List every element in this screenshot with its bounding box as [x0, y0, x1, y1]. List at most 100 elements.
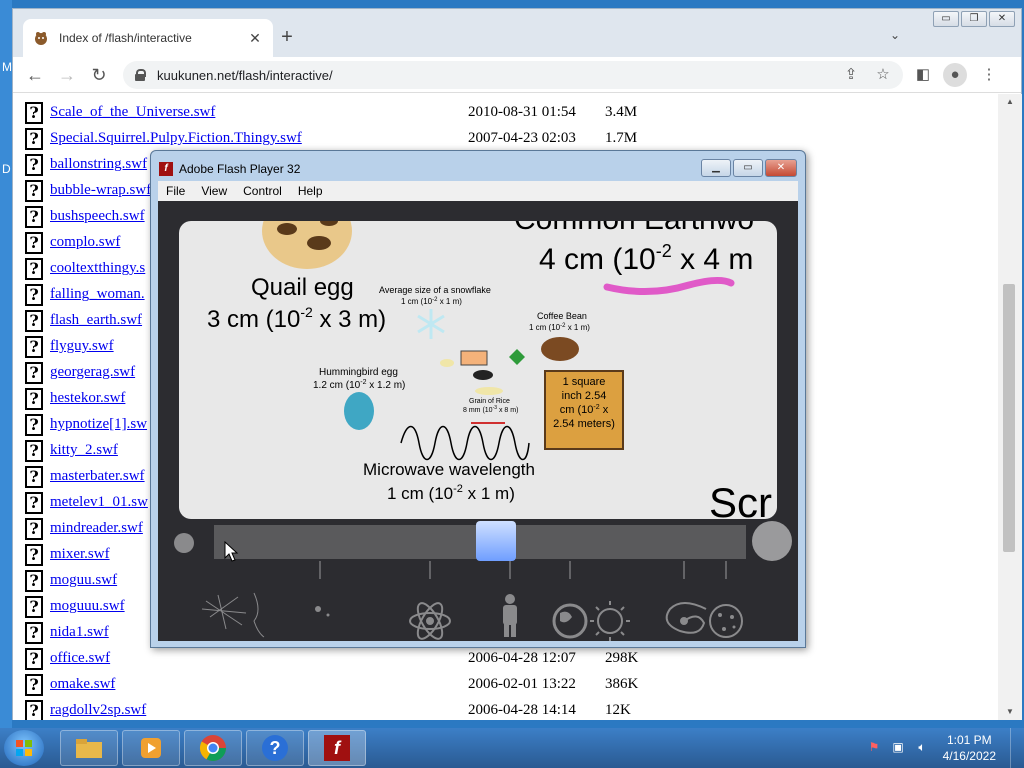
address-bar[interactable]: kuukunen.net/flash/interactive/ — [123, 61, 903, 89]
share-icon[interactable]: ⇪ — [839, 63, 863, 87]
back-arrow-icon[interactable]: ← — [23, 63, 47, 87]
file-link[interactable]: mixer.swf — [50, 546, 110, 563]
file-link[interactable]: office.swf — [50, 650, 110, 667]
square-inch-line4: 2.54 meters) — [553, 418, 615, 430]
page-scrollbar[interactable]: ▲ ▼ — [998, 94, 1022, 720]
lock-icon[interactable] — [135, 69, 146, 81]
file-link[interactable]: metelev1_01.sw — [50, 494, 148, 511]
unknown-file-icon: ? — [25, 102, 43, 124]
file-link[interactable]: flyguy.swf — [50, 338, 114, 355]
flash-minimize-button[interactable]: ▁ — [701, 159, 731, 177]
file-link[interactable]: flash_earth.swf — [50, 312, 142, 329]
file-link[interactable]: masterbater.swf — [50, 468, 145, 485]
show-desktop-button[interactable] — [1010, 728, 1024, 768]
scroll-thumb[interactable] — [1003, 284, 1015, 552]
file-link[interactable]: mindreader.swf — [50, 520, 143, 537]
scale-slider-thumb[interactable] — [476, 521, 516, 561]
unknown-file-icon: ? — [25, 648, 43, 670]
scale-icon-strip — [201, 561, 743, 641]
file-link[interactable]: Scale_of_the_Universe.swf — [50, 104, 215, 121]
particle-icon[interactable] — [315, 606, 330, 617]
coffee-bean-image[interactable] — [541, 337, 579, 361]
file-link[interactable]: ragdollv2sp.swf — [50, 702, 146, 719]
window-controls: ▭ ❐ ✕ — [931, 11, 1015, 27]
start-button[interactable] — [4, 730, 44, 766]
taskbar-explorer[interactable] — [60, 730, 118, 766]
file-size: 298K — [605, 650, 639, 666]
action-center-icon[interactable]: ⚑ — [866, 740, 882, 756]
person-icon[interactable] — [503, 594, 517, 637]
file-link[interactable]: Special.Squirrel.Pulpy.Fiction.Thingy.sw… — [50, 130, 302, 147]
flash-close-button[interactable]: ✕ — [765, 159, 797, 177]
file-link[interactable]: moguuu.swf — [50, 598, 125, 615]
quantum-foam-icon[interactable] — [201, 592, 265, 638]
scroll-down-icon[interactable]: ▼ — [998, 704, 1022, 720]
maximize-button[interactable]: ❐ — [961, 11, 987, 27]
file-link[interactable]: ballonstring.swf — [50, 156, 147, 173]
scroll-up-icon[interactable]: ▲ — [998, 94, 1022, 110]
sun-icon[interactable] — [590, 601, 630, 641]
file-link[interactable]: bubble-wrap.swf — [50, 182, 151, 199]
menu-control[interactable]: Control — [235, 184, 290, 198]
file-link[interactable]: falling_woman. — [50, 286, 145, 303]
file-link[interactable]: moguu.swf — [50, 572, 117, 589]
unknown-file-icon: ? — [25, 518, 43, 540]
file-link[interactable]: georgerag.swf — [50, 364, 135, 381]
file-link[interactable]: bushspeech.swf — [50, 208, 145, 225]
close-window-button[interactable]: ✕ — [989, 11, 1015, 27]
tab-index[interactable]: Index of /flash/interactive ✕ — [23, 19, 273, 57]
close-tab-icon[interactable]: ✕ — [247, 30, 263, 47]
universe-icon[interactable] — [709, 604, 743, 638]
network-icon[interactable]: ▣ — [890, 740, 906, 756]
square-inch-line2: inch 2.54 — [562, 390, 607, 402]
menu-file[interactable]: File — [158, 184, 193, 198]
file-link[interactable]: complo.swf — [50, 234, 120, 251]
earthworm-image[interactable] — [603, 276, 735, 295]
file-link[interactable]: kitty_2.swf — [50, 442, 118, 459]
media-player-icon — [141, 738, 161, 758]
taskbar-flash-player[interactable]: f — [308, 730, 366, 766]
new-tab-button[interactable]: + — [275, 25, 299, 49]
unknown-file-icon: ? — [25, 154, 43, 176]
flash-maximize-button[interactable]: ▭ — [733, 159, 763, 177]
tiny-objects-cluster[interactable] — [440, 349, 525, 395]
taskbar-help[interactable]: ? — [246, 730, 304, 766]
side-panel-icon[interactable]: ◧ — [911, 63, 935, 87]
zoom-out-button[interactable] — [174, 533, 194, 553]
file-link[interactable]: hypnotize[1].sw — [50, 416, 147, 433]
zoom-in-button[interactable] — [752, 521, 792, 561]
chevron-down-icon[interactable]: ⌄ — [885, 25, 905, 45]
hummingbird-egg-image[interactable] — [344, 392, 374, 430]
more-menu-icon[interactable]: ⋮ — [977, 63, 1001, 87]
microwave-wave-image[interactable] — [400, 425, 530, 461]
menu-help[interactable]: Help — [290, 184, 331, 198]
volume-icon[interactable]: 🔈︎ — [914, 740, 930, 756]
scale-universe-screen[interactable]: Common Earthwo 4 cm (10-2 x 4 m Quail eg… — [179, 221, 777, 519]
taskbar-chrome[interactable] — [184, 730, 242, 766]
desktop-edge: M D — [0, 0, 12, 728]
reload-icon[interactable]: ↻ — [87, 63, 111, 87]
snowflake-image[interactable] — [417, 309, 445, 339]
file-link[interactable]: omake.swf — [50, 676, 115, 693]
galaxy-icon[interactable] — [665, 602, 707, 634]
file-link[interactable]: nida1.swf — [50, 624, 109, 641]
file-link[interactable]: cooltextthingy.s — [50, 260, 145, 277]
atom-icon[interactable] — [409, 600, 451, 641]
system-clock[interactable]: 1:01 PM 4/16/2022 — [943, 732, 996, 764]
file-link[interactable]: hestekor.swf — [50, 390, 125, 407]
forward-arrow-icon[interactable]: → — [55, 63, 79, 87]
menu-view[interactable]: View — [193, 184, 235, 198]
square-inch-box[interactable]: 1 square inch 2.54 cm (10-2 x 2.54 meter… — [544, 370, 624, 450]
star-icon[interactable]: ☆ — [871, 63, 895, 87]
help-icon: ? — [262, 735, 288, 761]
minimize-button[interactable]: ▭ — [933, 11, 959, 27]
profile-icon[interactable]: ● — [943, 63, 967, 87]
rice-size: 8 mm (10-3 x 8 m) — [463, 405, 518, 414]
quail-egg-image[interactable] — [262, 221, 352, 269]
file-date: 2006-04-28 12:07 — [468, 650, 576, 666]
file-date: 2007-04-23 02:03 — [468, 130, 576, 146]
url-text[interactable]: kuukunen.net/flash/interactive/ — [157, 68, 333, 83]
earth-icon[interactable] — [552, 603, 588, 639]
flash-stage[interactable]: Common Earthwo 4 cm (10-2 x 4 m Quail eg… — [158, 201, 798, 641]
taskbar-media-player[interactable] — [122, 730, 180, 766]
